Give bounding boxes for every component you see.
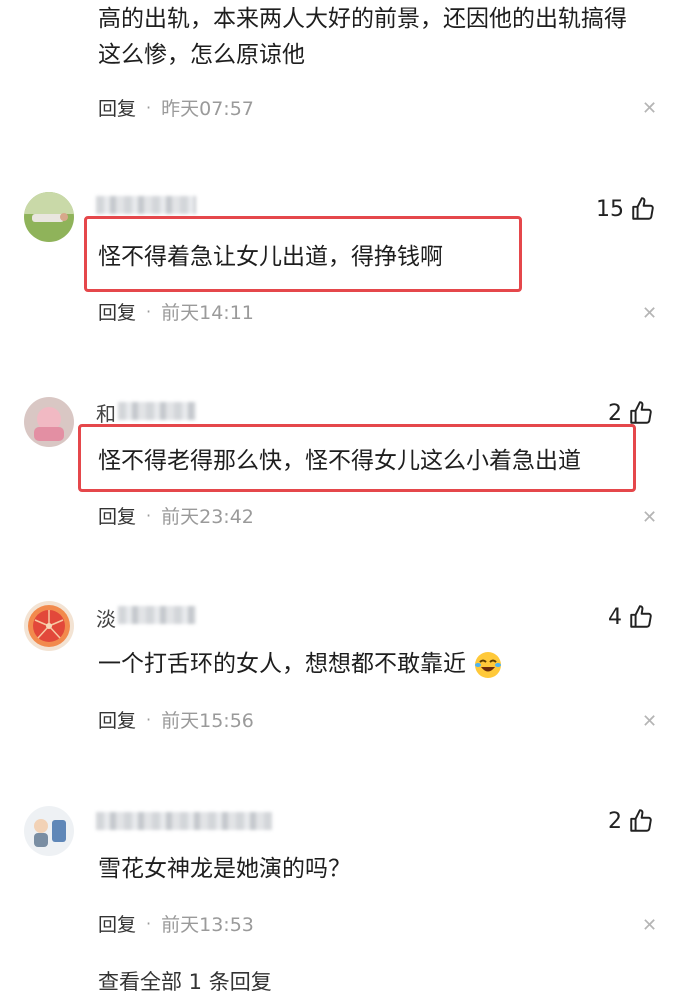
reply-button[interactable]: 回复 [98,502,136,529]
like-count: 2 [608,400,622,426]
close-icon[interactable]: ✕ [642,915,657,936]
avatar[interactable] [24,397,74,447]
comment-time: 前天14:11 [161,302,254,324]
comment-text: 雪花女神龙是她演的吗？ [98,856,351,882]
thumbs-up-icon [632,197,654,220]
separator-dot: · [146,302,152,321]
close-icon[interactable]: ✕ [642,711,657,732]
close-icon[interactable]: ✕ [642,507,657,528]
thumbs-up-icon [630,605,652,628]
like-count: 2 [608,808,622,834]
close-icon[interactable]: ✕ [642,98,657,119]
reply-button[interactable]: 回复 [98,94,136,121]
like-count: 4 [608,604,622,630]
blurred-username[interactable] [96,812,272,830]
comment-text: 一个打舌环的女人，想想都不敢靠近 [98,645,503,683]
separator-dot: · [146,914,152,933]
comment-meta: 回复 · 前天23:42 [98,502,254,529]
close-icon[interactable]: ✕ [642,303,657,324]
comment-time: 前天13:53 [161,914,254,936]
thumbs-up-icon [630,401,652,424]
comment-meta: 回复 · 前天13:53 [98,910,254,937]
comment-meta: 回复 · 前天15:56 [98,706,254,733]
blurred-username[interactable] [118,402,196,420]
comment-time: 前天23:42 [161,506,254,528]
avatar[interactable] [24,806,74,856]
reply-button[interactable]: 回复 [98,298,136,325]
thumbs-up-icon [630,809,652,832]
like-button[interactable]: 2 [608,400,654,426]
comment-text: 怪不得老得那么快，怪不得女儿这么小着急出道 [98,448,581,474]
like-count: 15 [596,196,624,222]
separator-dot: · [146,710,152,729]
separator-dot: · [146,98,152,117]
comment-text-line: 这么惨，怎么原谅他 [98,42,305,68]
comment-time: 前天15:56 [161,710,254,732]
avatar[interactable] [24,192,74,242]
view-all-replies-link[interactable]: 查看全部 1 条回复 [98,966,272,996]
separator-dot: · [146,506,152,525]
comment-meta: 回复 · 前天14:11 [98,298,254,325]
comment-text-line: 高的出轨，本来两人大好的前景，还因他的出轨搞得 [98,6,627,32]
reply-button[interactable]: 回复 [98,706,136,733]
blurred-username[interactable] [118,606,196,624]
username-initial[interactable]: 和 [96,398,116,427]
comment-time: 昨天07:57 [161,98,254,120]
like-button[interactable]: 4 [608,604,654,630]
comment-text-body: 一个打舌环的女人，想想都不敢靠近 [98,651,466,677]
like-button[interactable]: 2 [608,808,654,834]
comment-meta: 回复 · 昨天07:57 [98,94,254,121]
like-button[interactable]: 15 [596,196,656,222]
avatar[interactable] [24,601,74,651]
comment-text: 怪不得着急让女儿出道，得挣钱啊 [98,244,443,270]
laughing-face-icon [475,651,502,678]
username-initial[interactable]: 淡 [96,603,116,632]
blurred-username[interactable] [96,196,196,214]
reply-button[interactable]: 回复 [98,910,136,937]
